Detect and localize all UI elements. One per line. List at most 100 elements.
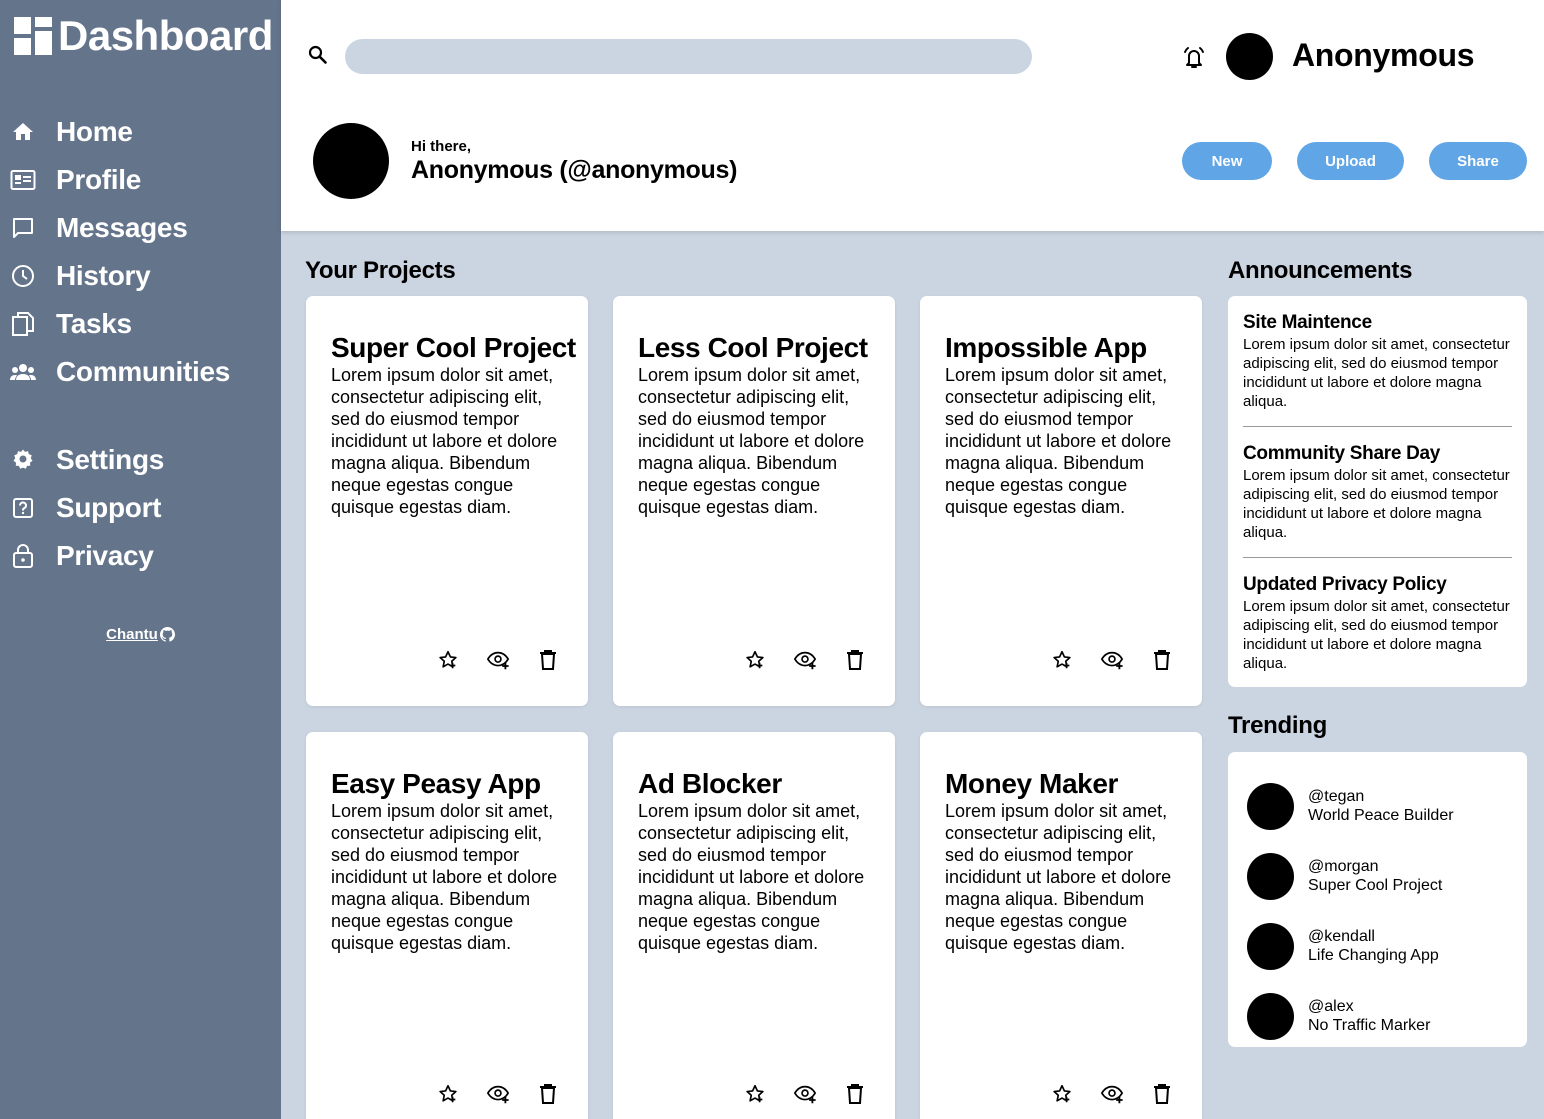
watch-add-icon[interactable] — [486, 648, 510, 672]
bell-icon[interactable] — [1180, 43, 1208, 71]
watch-add-icon[interactable] — [486, 1082, 510, 1106]
project-title: Money Maker — [945, 768, 1118, 799]
nav-divider — [0, 396, 281, 436]
announcement-body: Lorem ipsum dolor sit amet, consectetur … — [1243, 336, 1510, 410]
trending-item[interactable]: @kendall Life Changing App — [1228, 911, 1527, 981]
project-description: Lorem ipsum dolor sit amet, consectetur … — [945, 801, 1172, 953]
star-add-icon[interactable] — [1050, 648, 1074, 672]
trending-item[interactable]: @tegan World Peace Builder — [1228, 771, 1527, 841]
sidebar-item-label: Settings — [56, 444, 165, 475]
trending-text: @kendall Life Changing App — [1308, 927, 1439, 965]
trending-title: Trending — [1228, 712, 1327, 739]
announcement-item[interactable]: Updated Privacy Policy Lorem ipsum dolor… — [1243, 558, 1512, 689]
credit: Chantu — [0, 626, 281, 643]
star-add-icon[interactable] — [436, 1082, 460, 1106]
search-input[interactable] — [345, 39, 1032, 74]
share-button[interactable]: Share — [1429, 142, 1527, 180]
star-add-icon[interactable] — [436, 648, 460, 672]
project-title: Super Cool Project — [331, 332, 576, 363]
sidebar-item-profile[interactable]: Profile — [0, 156, 281, 204]
brand[interactable]: Dashboard — [14, 14, 273, 58]
trending-project: No Traffic Marker — [1308, 1017, 1431, 1034]
announcement-item[interactable]: Site Maintence Lorem ipsum dolor sit ame… — [1243, 296, 1512, 427]
trending-text: @tegan World Peace Builder — [1308, 787, 1454, 825]
project-actions — [1050, 1082, 1174, 1106]
upload-button[interactable]: Upload — [1297, 142, 1404, 180]
announcements-panel: Site Maintence Lorem ipsum dolor sit ame… — [1228, 296, 1527, 687]
project-card[interactable]: Super Cool Project Lorem ipsum dolor sit … — [306, 296, 588, 706]
project-actions — [1050, 648, 1174, 672]
trending-handle: @tegan — [1308, 788, 1365, 805]
avatar — [1247, 852, 1294, 900]
watch-add-icon[interactable] — [1100, 648, 1124, 672]
project-title: Easy Peasy App — [331, 768, 541, 799]
star-add-icon[interactable] — [1050, 1082, 1074, 1106]
brand-title: Dashboard — [58, 12, 273, 59]
trending-item[interactable]: @morgan Super Cool Project — [1228, 841, 1527, 911]
dashboard-icon — [14, 17, 52, 55]
trash-icon[interactable] — [536, 648, 560, 672]
credit-link[interactable]: Chantu — [106, 626, 175, 643]
trash-icon[interactable] — [1150, 648, 1174, 672]
sidebar-item-history[interactable]: History — [0, 252, 281, 300]
sidebar-item-communities[interactable]: Communities — [0, 348, 281, 396]
star-add-icon[interactable] — [743, 648, 767, 672]
github-icon — [159, 627, 175, 642]
sidebar-item-label: Profile — [56, 164, 142, 195]
project-card[interactable]: Impossible App Lorem ipsum dolor sit amet… — [920, 296, 1202, 706]
copy-icon — [10, 311, 36, 337]
trending-text: @alex No Traffic Marker — [1308, 997, 1430, 1035]
sidebar-item-messages[interactable]: Messages — [0, 204, 281, 252]
project-description: Lorem ipsum dolor sit amet, consectetur … — [638, 801, 865, 953]
username: Anonymous — [1292, 37, 1475, 73]
trending-text: @morgan Super Cool Project — [1308, 857, 1442, 895]
trending-project: World Peace Builder — [1308, 807, 1454, 824]
trending-project: Super Cool Project — [1308, 877, 1443, 894]
sidebar-nav: Home Profile Messages History Tasks Comm… — [0, 108, 281, 580]
greeting: Hi there, — [411, 138, 472, 155]
announcement-body: Lorem ipsum dolor sit amet, consectetur … — [1243, 467, 1510, 541]
announcement-item[interactable]: Community Share Day Lorem ipsum dolor si… — [1243, 427, 1512, 558]
trending-handle: @morgan — [1308, 858, 1379, 875]
sidebar-item-label: Communities — [56, 356, 231, 387]
new-button[interactable]: New — [1182, 142, 1272, 180]
project-card[interactable]: Easy Peasy App Lorem ipsum dolor sit amet… — [306, 732, 588, 1119]
watch-add-icon[interactable] — [793, 1082, 817, 1106]
search-icon[interactable] — [307, 44, 329, 66]
clock-icon — [10, 263, 36, 289]
sidebar-item-privacy[interactable]: Privacy — [0, 532, 281, 580]
star-add-icon[interactable] — [743, 1082, 767, 1106]
sidebar-item-label: Privacy — [56, 540, 154, 571]
project-description: Lorem ipsum dolor sit amet, consectetur … — [331, 801, 558, 953]
help-icon — [10, 495, 36, 521]
avatar — [1247, 922, 1294, 970]
sidebar-item-settings[interactable]: Settings — [0, 436, 281, 484]
watch-add-icon[interactable] — [793, 648, 817, 672]
project-title: Ad Blocker — [638, 768, 782, 799]
trash-icon[interactable] — [1150, 1082, 1174, 1106]
avatar — [1247, 782, 1294, 830]
sidebar-item-label: Home — [56, 116, 133, 147]
trending-item[interactable]: @alex No Traffic Marker — [1228, 981, 1527, 1051]
project-card[interactable]: Ad Blocker Lorem ipsum dolor sit amet, co… — [613, 732, 895, 1119]
project-actions — [436, 648, 560, 672]
sidebar-item-home[interactable]: Home — [0, 108, 281, 156]
sidebar-item-label: Messages — [56, 212, 188, 243]
profile-avatar — [313, 123, 389, 199]
trash-icon[interactable] — [843, 648, 867, 672]
sidebar: Dashboard Home Profile Messages History — [0, 0, 281, 1119]
header: Anonymous Hi there, Anonymous (@anonymou… — [281, 0, 1544, 231]
trash-icon[interactable] — [536, 1082, 560, 1106]
credit-label: Chantu — [106, 626, 158, 643]
trending-panel: @tegan World Peace Builder @morgan Super… — [1228, 752, 1527, 1047]
avatar[interactable] — [1226, 33, 1273, 80]
sidebar-item-tasks[interactable]: Tasks — [0, 300, 281, 348]
message-icon — [10, 215, 36, 241]
project-card[interactable]: Money Maker Lorem ipsum dolor sit amet, c… — [920, 732, 1202, 1119]
trash-icon[interactable] — [843, 1082, 867, 1106]
project-description: Lorem ipsum dolor sit amet, consectetur … — [331, 365, 558, 517]
lock-icon — [10, 543, 36, 569]
watch-add-icon[interactable] — [1100, 1082, 1124, 1106]
project-card[interactable]: Less Cool Project Lorem ipsum dolor sit a… — [613, 296, 895, 706]
sidebar-item-support[interactable]: Support — [0, 484, 281, 532]
